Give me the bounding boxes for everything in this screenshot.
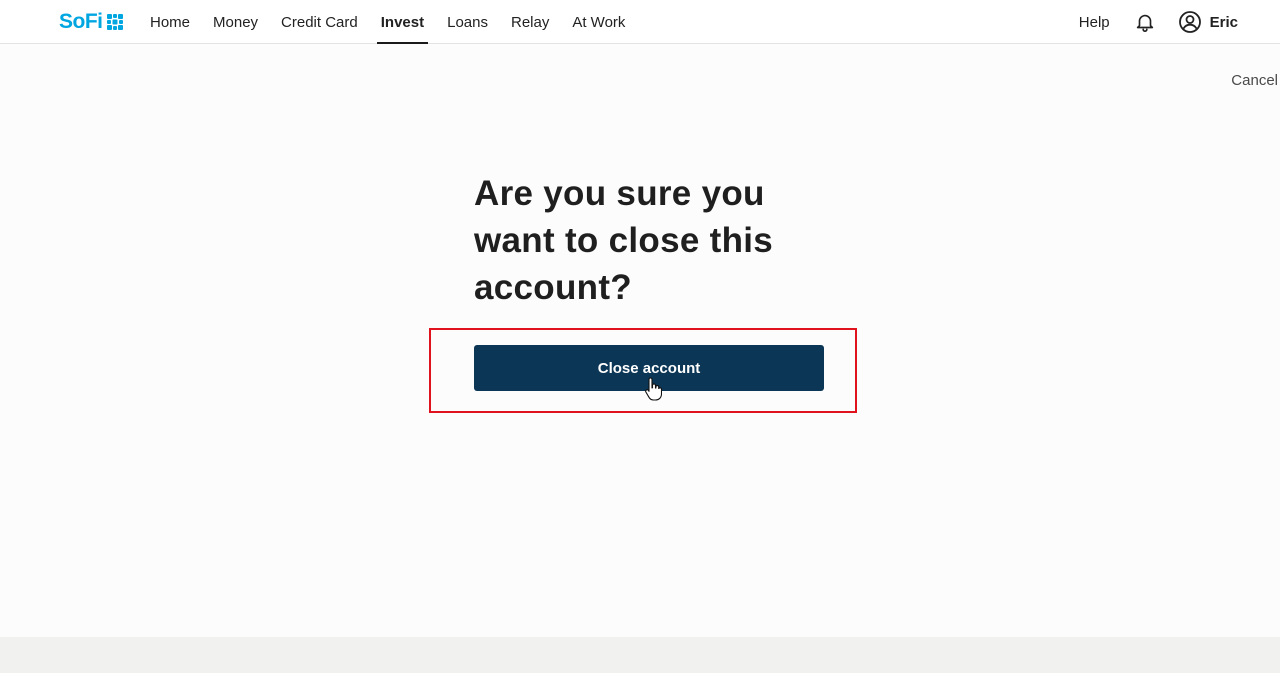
main-nav: Home Money Credit Card Invest Loans Rela… [150, 0, 648, 44]
user-circle-icon [1178, 11, 1201, 33]
nav-item-at-work[interactable]: At Work [572, 0, 625, 44]
cancel-link[interactable]: Cancel [1231, 72, 1278, 89]
sofi-logo[interactable]: SoFi [59, 10, 124, 34]
nav-item-credit-card[interactable]: Credit Card [281, 0, 358, 44]
nav-item-loans[interactable]: Loans [447, 0, 488, 44]
nav-item-invest[interactable]: Invest [376, 0, 429, 44]
user-menu[interactable]: Eric [1178, 10, 1238, 34]
bell-icon[interactable] [1134, 11, 1156, 33]
help-link[interactable]: Help [1079, 14, 1110, 31]
user-name: Eric [1209, 13, 1238, 31]
footer-bar [0, 637, 1280, 673]
logo-text: SoFi [59, 10, 103, 33]
top-navigation-bar: SoFi Home Money Credit Card Invest Loans… [0, 0, 1280, 44]
nav-item-home[interactable]: Home [150, 0, 190, 44]
nav-item-relay[interactable]: Relay [511, 0, 549, 44]
account-nav: Help Eric [1079, 0, 1238, 44]
nav-item-money[interactable]: Money [213, 0, 258, 44]
hand-cursor-icon [645, 377, 662, 401]
page-title: Are you sure you want to close this acco… [474, 174, 774, 307]
sofi-logo-icon [106, 14, 123, 30]
